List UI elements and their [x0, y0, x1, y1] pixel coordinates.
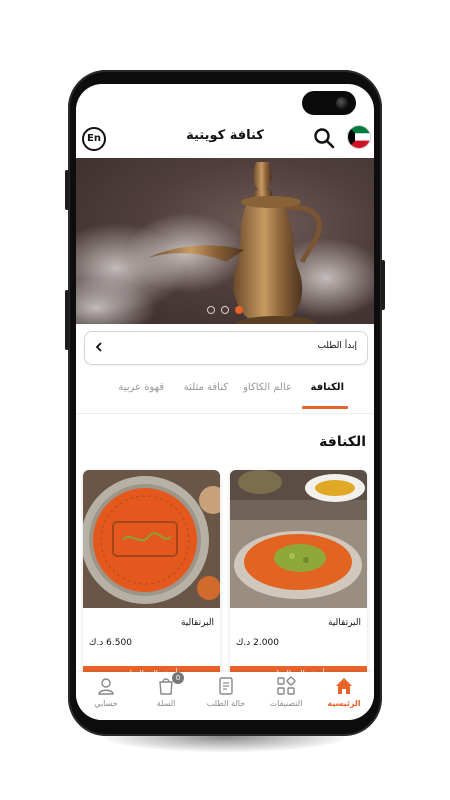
- app-header: En كنافة كويتية: [76, 120, 374, 156]
- chevron-left-icon: [95, 342, 102, 352]
- product-card[interactable]: البرتقالية 6.500 د.ك أضف إلى السلة: [83, 470, 220, 682]
- home-icon: [334, 676, 354, 696]
- phone-side-button: [65, 290, 69, 350]
- order-status-icon: [216, 676, 236, 696]
- nav-cart[interactable]: 0 السلة: [136, 672, 196, 708]
- product-name: البرتقالية: [180, 618, 214, 628]
- bottom-navigation: الرئيسية التصنيفات حالة الطلب 0 السلة حس…: [76, 672, 374, 720]
- tab-cocoa-world[interactable]: عالم الكاكاو: [243, 382, 292, 393]
- pagination-dot-active[interactable]: [235, 306, 243, 314]
- cart-count-badge: 0: [172, 672, 184, 684]
- nav-label: الرئيسية: [327, 699, 361, 708]
- product-card[interactable]: البرتقالية 2.000 د.ك أضف إلى السلة: [230, 470, 367, 682]
- product-price: 2.000 د.ك: [236, 638, 279, 648]
- nav-label: التصنيفات: [269, 699, 303, 708]
- nav-home[interactable]: الرئيسية: [314, 676, 374, 708]
- tab-triangle-kunafa[interactable]: كنافة مثلثة: [184, 382, 228, 393]
- start-order-label: إبدأ الطلب: [317, 341, 357, 351]
- cart-icon: 0: [156, 672, 184, 696]
- kuwait-flag-icon[interactable]: [347, 125, 371, 149]
- nav-categories[interactable]: التصنيفات: [256, 676, 316, 708]
- phone-side-button: [381, 260, 385, 310]
- section-title: الكنافة: [319, 434, 366, 450]
- search-icon[interactable]: [312, 126, 336, 150]
- phone-side-button: [65, 170, 69, 210]
- product-name: البرتقالية: [327, 618, 361, 628]
- start-order-button[interactable]: إبدأ الطلب: [84, 331, 368, 365]
- banner-pagination: [76, 299, 374, 318]
- tab-arabic-coffee[interactable]: قهوة عربية: [118, 382, 164, 393]
- active-tab-indicator: [302, 406, 348, 409]
- nav-label: حالة الطلب: [206, 699, 246, 708]
- camera-notch: [302, 91, 356, 115]
- categories-icon: [276, 676, 296, 696]
- promo-banner[interactable]: [76, 158, 374, 324]
- product-image: [83, 470, 220, 608]
- nav-label: السلة: [156, 699, 176, 708]
- pagination-dot[interactable]: [221, 306, 229, 314]
- product-price: 6.500 د.ك: [89, 638, 132, 648]
- category-tabs: الكنافة عالم الكاكاو كنافة مثلثة قهوة عر…: [76, 377, 374, 414]
- pagination-dot[interactable]: [207, 306, 215, 314]
- tab-kunafa[interactable]: الكنافة: [311, 382, 344, 393]
- user-icon: [96, 676, 116, 696]
- app-screen: En كنافة كويتية إبدأ الطلب الكنافة عالم …: [76, 84, 374, 720]
- product-image: [230, 470, 367, 608]
- nav-account[interactable]: حسابي: [76, 676, 136, 708]
- nav-order-status[interactable]: حالة الطلب: [196, 676, 256, 708]
- nav-label: حسابي: [94, 699, 118, 708]
